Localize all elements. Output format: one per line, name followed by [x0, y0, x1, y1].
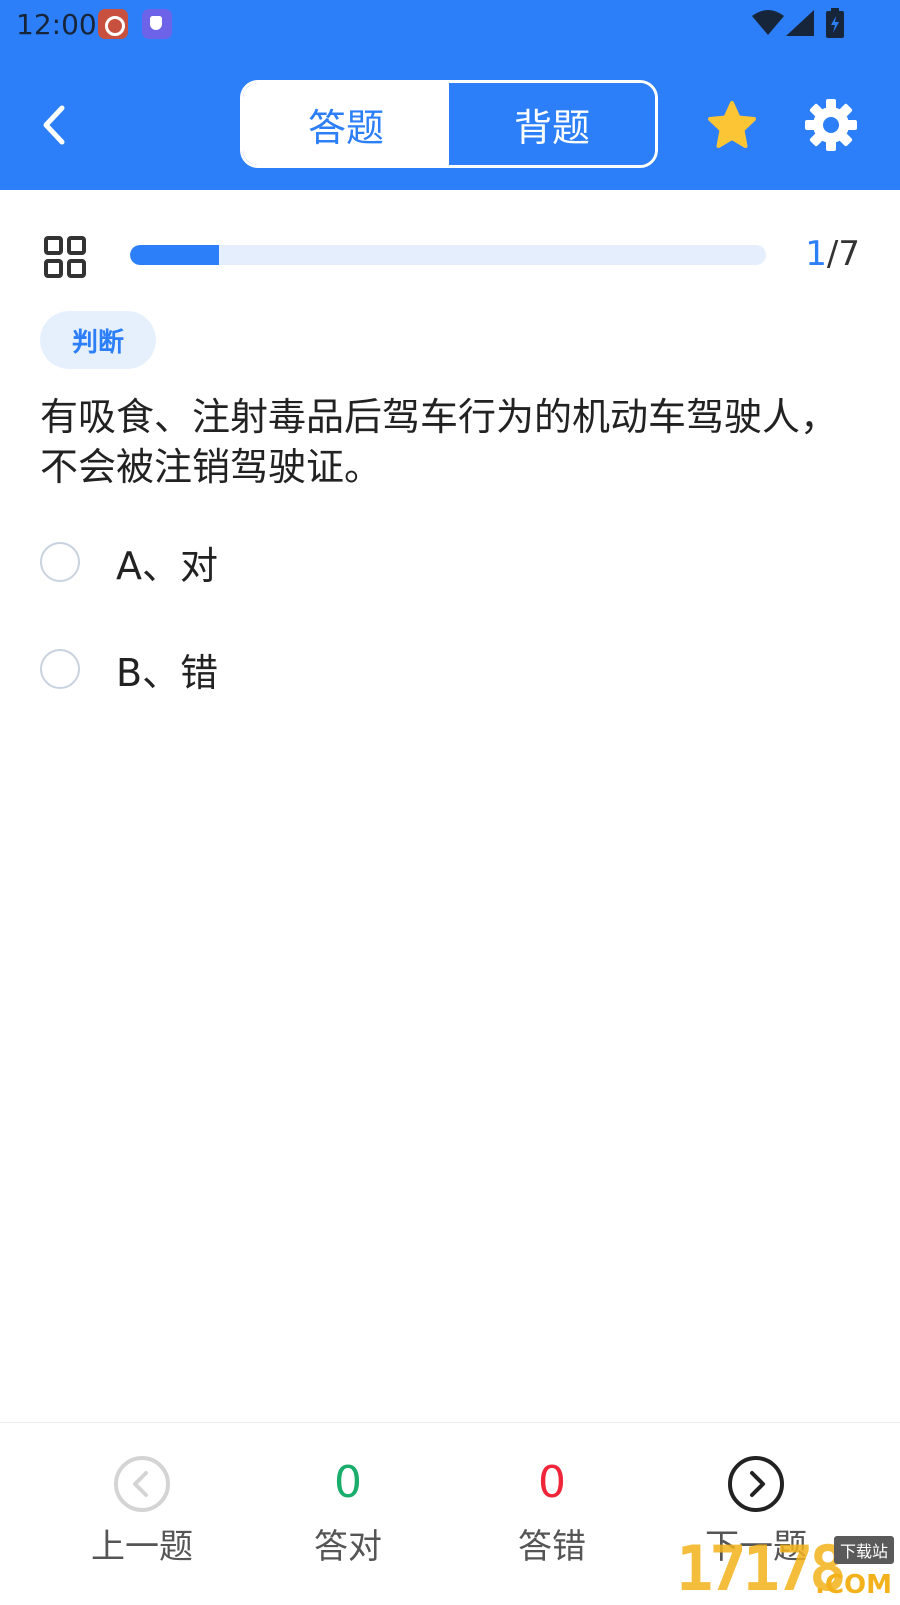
settings-gear-icon[interactable]	[804, 98, 858, 152]
signal-icon	[786, 10, 814, 36]
option-a[interactable]: A、对	[40, 532, 218, 592]
status-bar: 12:00	[0, 0, 900, 48]
watermark-suffix: .COM	[815, 1570, 892, 1600]
wifi-icon	[752, 10, 784, 35]
chevron-right-circle-icon[interactable]	[727, 1455, 785, 1513]
prev-question-button[interactable]: 上一题	[52, 1423, 232, 1568]
back-arrow-icon[interactable]	[36, 102, 72, 148]
header-bar: 12:00 答题 背题	[0, 0, 900, 190]
option-b-radio[interactable]	[40, 649, 80, 689]
watermark-tag: 下载站	[833, 1536, 894, 1564]
question-counter: 1/7	[805, 234, 860, 274]
option-b-label[interactable]: B、错	[116, 642, 218, 697]
status-time: 12:00	[16, 8, 97, 41]
question-text: 有吸食、注射毒品后驾车行为的机动车驾驶人，不会被注销驾驶证。	[40, 395, 839, 489]
favorite-star-icon[interactable]	[706, 100, 758, 150]
mode-switch: 答题 背题	[240, 80, 658, 168]
option-a-radio[interactable]	[40, 542, 80, 582]
progress-bar	[130, 245, 766, 265]
notification-app-icon-2	[142, 9, 172, 39]
correct-count: 0	[334, 1457, 362, 1508]
progress-fill	[130, 245, 220, 265]
option-b[interactable]: B、错	[40, 639, 218, 699]
tab-memorize[interactable]: 背题	[449, 83, 655, 165]
answer-sheet-grid-icon[interactable]	[44, 236, 86, 278]
site-watermark: 17178 下载站 .COM	[676, 1532, 900, 1605]
correct-count-stat: 0 答对	[258, 1423, 438, 1568]
correct-label: 答对	[314, 1527, 382, 1567]
tab-answer[interactable]: 答题	[243, 83, 449, 165]
wrong-label: 答错	[518, 1527, 586, 1567]
question-type-badge: 判断	[40, 311, 156, 369]
wrong-count: 0	[538, 1457, 566, 1508]
option-a-label[interactable]: A、对	[116, 535, 218, 590]
battery-icon	[826, 8, 844, 38]
notification-app-icon	[98, 9, 128, 39]
prev-question-label[interactable]: 上一题	[52, 1519, 232, 1568]
wrong-count-stat: 0 答错	[462, 1423, 642, 1568]
current-question-number: 1	[805, 234, 827, 274]
total-questions: 7	[838, 234, 860, 274]
counter-separator: /	[826, 234, 839, 274]
chevron-left-circle-icon[interactable]	[113, 1455, 171, 1513]
